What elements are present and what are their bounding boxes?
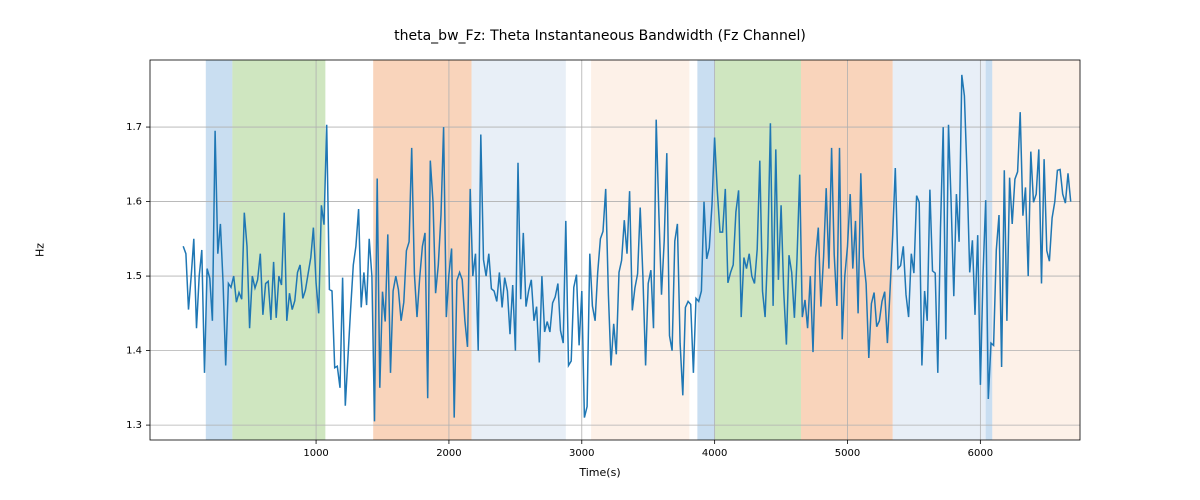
chart-container: theta_bw_Fz: Theta Instantaneous Bandwid… xyxy=(0,0,1200,500)
x-tick-label: 4000 xyxy=(702,448,727,459)
y-tick-label: 1.5 xyxy=(126,271,142,282)
x-tick-label: 1000 xyxy=(303,448,328,459)
y-tick-label: 1.7 xyxy=(126,122,142,133)
x-tick-label: 6000 xyxy=(968,448,993,459)
x-axis-ticks: 1000 2000 3000 4000 5000 6000 xyxy=(303,440,993,459)
x-tick-label: 3000 xyxy=(569,448,594,459)
background-band xyxy=(206,60,233,440)
y-tick-label: 1.4 xyxy=(126,346,142,357)
background-band xyxy=(472,60,566,440)
x-tick-label: 5000 xyxy=(835,448,860,459)
y-axis-ticks: 1.3 1.4 1.5 1.6 1.7 xyxy=(126,122,150,431)
background-bands xyxy=(206,60,1080,440)
x-tick-label: 2000 xyxy=(436,448,461,459)
y-tick-label: 1.3 xyxy=(126,420,142,431)
chart-svg: 1000 2000 3000 4000 5000 6000 1.3 1.4 1.5 1.6 1.7 xyxy=(0,0,1200,500)
y-tick-label: 1.6 xyxy=(126,197,142,208)
